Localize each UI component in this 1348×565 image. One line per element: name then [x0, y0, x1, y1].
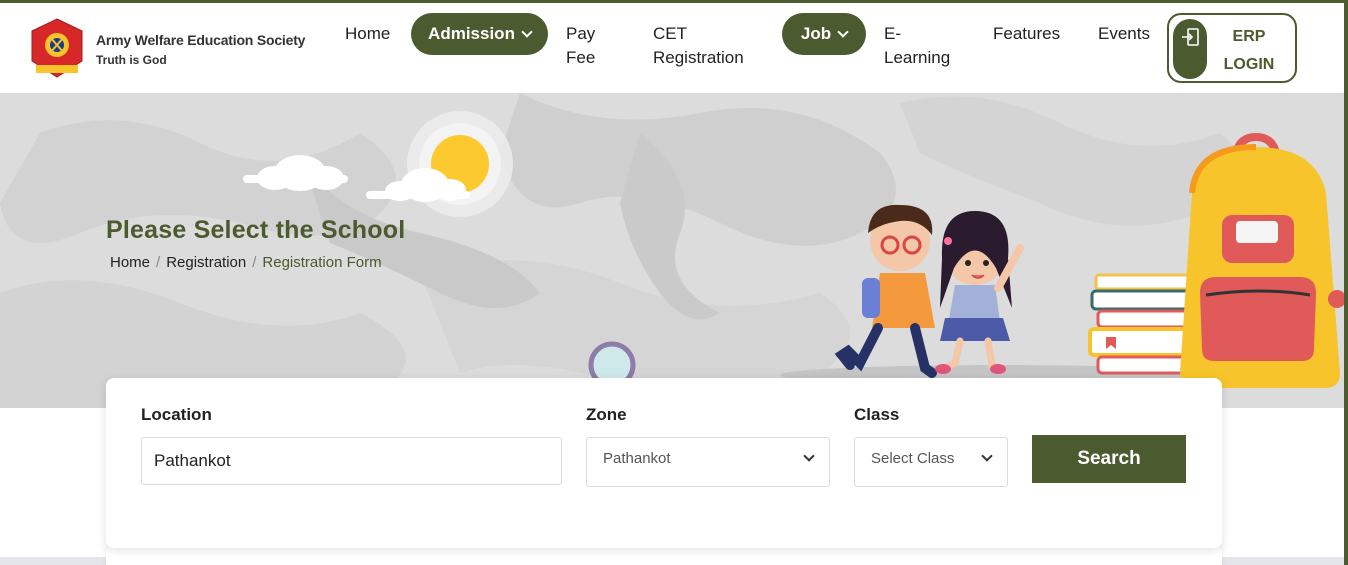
hero-banner: Please Select the School Home / Registrati… — [0, 93, 1344, 408]
chevron-down-icon — [521, 25, 533, 38]
zone-label: Zone — [586, 405, 627, 424]
nav-cet-line2: Registration — [653, 48, 744, 67]
class-select-value: Select Class — [871, 450, 955, 467]
breadcrumb: Home / Registration / Registration Form — [110, 254, 382, 271]
class-select[interactable]: Select Class — [854, 437, 1008, 487]
site-header: Army Welfare Education Society Truth is … — [0, 3, 1344, 93]
nav-home[interactable]: Home — [345, 22, 390, 46]
nav-cet-line1: CET — [653, 24, 687, 43]
zone-select[interactable]: Pathankot — [586, 437, 830, 487]
nav-admission-label: Admission — [428, 24, 515, 43]
erp-login-button[interactable]: ERP LOGIN — [1167, 13, 1297, 83]
class-label: Class — [854, 405, 900, 424]
awes-logo-icon[interactable] — [30, 17, 84, 79]
breadcrumb-home[interactable]: Home — [110, 254, 150, 271]
zone-select-value: Pathankot — [603, 450, 671, 467]
nav-admission[interactable]: Admission — [411, 13, 548, 55]
hero-background-art — [0, 93, 1344, 408]
nav-e-learning[interactable]: E- Learning — [884, 22, 950, 70]
breadcrumb-separator: / — [156, 254, 161, 271]
nav-cet-registration[interactable]: CET Registration — [653, 22, 744, 70]
search-button[interactable]: Search — [1032, 435, 1186, 483]
erp-label-line2: LOGIN — [1223, 56, 1275, 73]
brand-tagline: Truth is God — [96, 53, 167, 67]
nav-pay-fee-line1: Pay — [566, 24, 596, 43]
nav-events[interactable]: Events — [1098, 22, 1150, 46]
nav-pay-fee[interactable]: Pay Fee — [566, 22, 595, 70]
chevron-down-icon — [803, 450, 815, 462]
results-card — [106, 545, 1222, 565]
erp-label-line1: ERP — [1232, 28, 1266, 45]
erp-login-label: ERP LOGIN — [1219, 23, 1279, 79]
chevron-down-icon — [981, 450, 993, 462]
breadcrumb-registration[interactable]: Registration — [166, 254, 246, 271]
erp-icon-column — [1173, 19, 1207, 79]
chevron-down-icon — [837, 25, 849, 38]
location-input[interactable]: Pathankot — [141, 437, 562, 485]
breadcrumb-current: Registration Form — [262, 254, 382, 271]
login-icon — [1182, 28, 1199, 46]
nav-job-label: Job — [800, 24, 832, 43]
nav-e-learning-line1: E- — [884, 24, 901, 43]
location-label: Location — [141, 405, 212, 424]
nav-features[interactable]: Features — [993, 22, 1060, 46]
brand-name: Army Welfare Education Society — [96, 32, 306, 48]
page-title: Please Select the School — [106, 216, 406, 244]
breadcrumb-separator: / — [252, 254, 257, 271]
nav-e-learning-line2: Learning — [884, 48, 951, 67]
nav-job[interactable]: Job — [782, 13, 866, 55]
nav-pay-fee-line2: Fee — [566, 48, 596, 67]
